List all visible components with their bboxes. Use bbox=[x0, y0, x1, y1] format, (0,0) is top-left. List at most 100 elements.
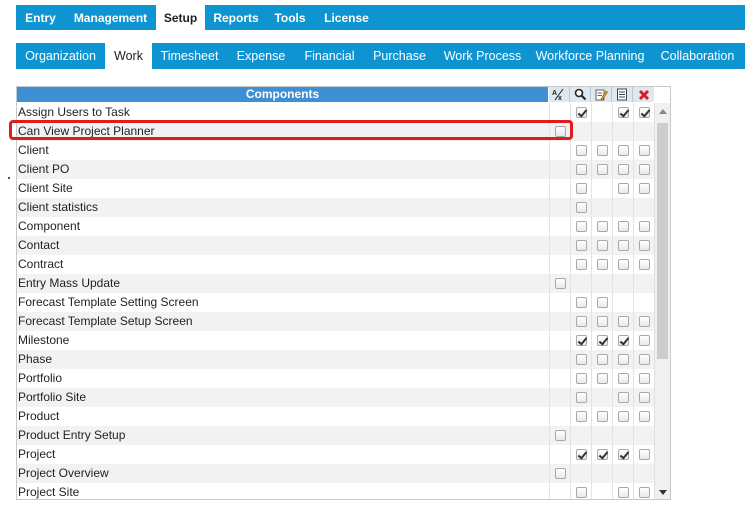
edit-permission-checkbox[interactable] bbox=[596, 240, 608, 251]
view-icon[interactable] bbox=[570, 87, 591, 102]
top-tab-entry[interactable]: Entry bbox=[16, 5, 65, 30]
delete-permission-checkbox[interactable] bbox=[638, 392, 650, 403]
sub-tab-purchase[interactable]: Purchase bbox=[364, 43, 435, 69]
edit-permission-checkbox[interactable] bbox=[596, 335, 608, 346]
sub-tab-work-process[interactable]: Work Process bbox=[435, 43, 530, 69]
view-permission-cell bbox=[570, 217, 591, 236]
vertical-scrollbar[interactable] bbox=[654, 103, 670, 499]
add-permission-checkbox[interactable] bbox=[617, 411, 629, 422]
sub-tab-work[interactable]: Work bbox=[105, 43, 152, 69]
scroll-down-arrow-icon[interactable] bbox=[659, 490, 667, 495]
scroll-up-arrow-icon[interactable] bbox=[659, 109, 667, 114]
view-permission-checkbox[interactable] bbox=[575, 240, 587, 251]
view-permission-checkbox[interactable] bbox=[575, 354, 587, 365]
table-row: Entry Mass Update bbox=[17, 274, 654, 293]
view-permission-checkbox[interactable] bbox=[575, 107, 587, 118]
delete-permission-checkbox[interactable] bbox=[638, 221, 650, 232]
delete-permission-checkbox[interactable] bbox=[638, 411, 650, 422]
edit-permission-checkbox[interactable] bbox=[596, 259, 608, 270]
view-permission-checkbox[interactable] bbox=[575, 164, 587, 175]
delete-permission-checkbox[interactable] bbox=[638, 449, 650, 460]
add-permission-checkbox[interactable] bbox=[617, 183, 629, 194]
add-permission-checkbox[interactable] bbox=[617, 164, 629, 175]
view-permission-checkbox[interactable] bbox=[575, 373, 587, 384]
edit-permission-checkbox[interactable] bbox=[596, 354, 608, 365]
top-tab-tools[interactable]: Tools bbox=[267, 5, 313, 30]
view-permission-checkbox[interactable] bbox=[575, 221, 587, 232]
edit-icon[interactable] bbox=[591, 87, 612, 102]
edit-permission-cell bbox=[591, 198, 612, 217]
sub-tab-timesheet[interactable]: Timesheet bbox=[152, 43, 227, 69]
all-permission-checkbox[interactable] bbox=[554, 430, 566, 441]
top-tab-setup[interactable]: Setup bbox=[156, 5, 205, 30]
all-permission-cell bbox=[549, 122, 570, 141]
all-permission-checkbox[interactable] bbox=[554, 126, 566, 137]
all-permission-checkbox[interactable] bbox=[554, 278, 566, 289]
sub-tab-expense[interactable]: Expense bbox=[227, 43, 295, 69]
all-permission-checkbox[interactable] bbox=[554, 468, 566, 479]
view-permission-checkbox[interactable] bbox=[575, 335, 587, 346]
add-permission-checkbox[interactable] bbox=[617, 107, 629, 118]
scrollbar-thumb[interactable] bbox=[657, 123, 668, 359]
view-permission-cell bbox=[570, 312, 591, 331]
delete-permission-checkbox[interactable] bbox=[638, 164, 650, 175]
view-permission-checkbox[interactable] bbox=[575, 392, 587, 403]
add-permission-cell bbox=[612, 236, 633, 255]
delete-permission-checkbox[interactable] bbox=[638, 316, 650, 327]
view-permission-checkbox[interactable] bbox=[575, 145, 587, 156]
edit-permission-checkbox[interactable] bbox=[596, 164, 608, 175]
delete-permission-checkbox[interactable] bbox=[638, 145, 650, 156]
delete-permission-checkbox[interactable] bbox=[638, 259, 650, 270]
add-permission-checkbox[interactable] bbox=[617, 487, 629, 498]
edit-permission-checkbox[interactable] bbox=[596, 449, 608, 460]
permissions-grid: Components Ax Assign Users to Task Can Vi… bbox=[16, 86, 671, 500]
delete-permission-checkbox[interactable] bbox=[638, 107, 650, 118]
edit-permission-cell bbox=[591, 217, 612, 236]
table-row: Forecast Template Setup Screen bbox=[17, 312, 654, 331]
delete-permission-checkbox[interactable] bbox=[638, 240, 650, 251]
sub-tab-organization[interactable]: Organization bbox=[16, 43, 105, 69]
edit-permission-checkbox[interactable] bbox=[596, 297, 608, 308]
delete-permission-checkbox[interactable] bbox=[638, 373, 650, 384]
top-tab-license[interactable]: License bbox=[313, 5, 380, 30]
delete-permission-checkbox[interactable] bbox=[638, 487, 650, 498]
add-permission-checkbox[interactable] bbox=[617, 392, 629, 403]
delete-icon[interactable] bbox=[633, 87, 654, 102]
edit-permission-checkbox[interactable] bbox=[596, 373, 608, 384]
delete-permission-checkbox[interactable] bbox=[638, 335, 650, 346]
view-permission-checkbox[interactable] bbox=[575, 316, 587, 327]
edit-permission-checkbox[interactable] bbox=[596, 316, 608, 327]
add-permission-checkbox[interactable] bbox=[617, 449, 629, 460]
edit-permission-checkbox[interactable] bbox=[596, 145, 608, 156]
view-permission-checkbox[interactable] bbox=[575, 487, 587, 498]
sub-tab-financial[interactable]: Financial bbox=[295, 43, 364, 69]
add-permission-cell bbox=[612, 255, 633, 274]
add-permission-checkbox[interactable] bbox=[617, 259, 629, 270]
sub-tab-workforce-planning[interactable]: Workforce Planning bbox=[530, 43, 650, 69]
top-tab-management[interactable]: Management bbox=[65, 5, 156, 30]
all-access-icon[interactable]: Ax bbox=[549, 87, 570, 102]
view-permission-checkbox[interactable] bbox=[575, 449, 587, 460]
edit-permission-checkbox[interactable] bbox=[596, 221, 608, 232]
view-permission-checkbox[interactable] bbox=[575, 259, 587, 270]
add-permission-checkbox[interactable] bbox=[617, 354, 629, 365]
all-permission-cell bbox=[549, 274, 570, 293]
sub-tab-collaboration[interactable]: Collaboration bbox=[650, 43, 745, 69]
add-permission-checkbox[interactable] bbox=[617, 145, 629, 156]
all-permission-cell bbox=[549, 217, 570, 236]
add-permission-checkbox[interactable] bbox=[617, 335, 629, 346]
add-permission-checkbox[interactable] bbox=[617, 240, 629, 251]
add-permission-checkbox[interactable] bbox=[617, 373, 629, 384]
add-permission-checkbox[interactable] bbox=[617, 316, 629, 327]
add-icon[interactable] bbox=[612, 87, 633, 102]
delete-permission-checkbox[interactable] bbox=[638, 183, 650, 194]
view-permission-checkbox[interactable] bbox=[575, 411, 587, 422]
top-tab-reports[interactable]: Reports bbox=[205, 5, 267, 30]
edit-permission-checkbox[interactable] bbox=[596, 411, 608, 422]
view-permission-checkbox[interactable] bbox=[575, 183, 587, 194]
view-permission-checkbox[interactable] bbox=[575, 297, 587, 308]
add-permission-checkbox[interactable] bbox=[617, 221, 629, 232]
table-row: Product bbox=[17, 407, 654, 426]
delete-permission-checkbox[interactable] bbox=[638, 354, 650, 365]
view-permission-checkbox[interactable] bbox=[575, 202, 587, 213]
